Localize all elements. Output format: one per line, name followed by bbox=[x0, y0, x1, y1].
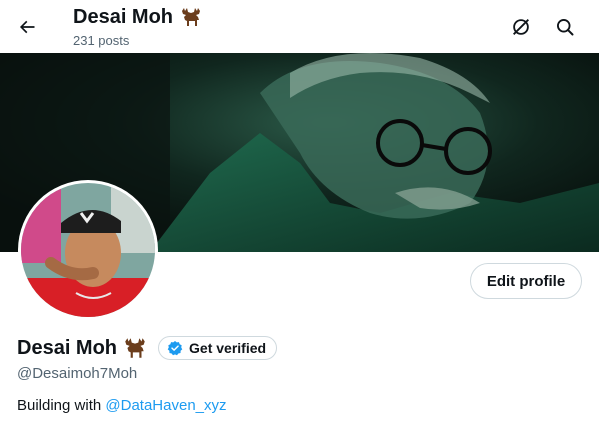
top-bar: Desai Moh 231 posts bbox=[0, 0, 599, 53]
search-icon bbox=[557, 19, 574, 36]
profile-name-row: Desai Moh Get verified bbox=[17, 336, 278, 360]
verified-badge-icon bbox=[167, 341, 183, 356]
search-button[interactable] bbox=[550, 12, 580, 42]
no-sign-button[interactable] bbox=[506, 12, 536, 42]
header-title-block: Desai Moh 231 posts bbox=[73, 5, 203, 48]
profile-name: Desai Moh bbox=[17, 337, 148, 360]
profile-handle: @Desaimoh7Moh bbox=[17, 365, 138, 382]
profile-display-name: Desai Moh bbox=[17, 336, 118, 359]
edit-profile-button[interactable]: Edit profile bbox=[470, 263, 582, 299]
avatar-frame[interactable] bbox=[18, 180, 158, 320]
arrow-left-icon bbox=[19, 20, 35, 34]
get-verified-label: Get verified bbox=[189, 340, 267, 356]
moose-icon bbox=[125, 338, 145, 358]
back-button[interactable] bbox=[12, 12, 42, 42]
posts-count: 231 posts bbox=[73, 33, 130, 48]
avatar bbox=[21, 183, 155, 317]
no-sign-icon bbox=[513, 19, 529, 35]
avatar-photo bbox=[21, 183, 155, 317]
get-verified-button[interactable]: Get verified bbox=[158, 336, 278, 360]
header-title: Desai Moh bbox=[73, 5, 203, 29]
bio-mention-link[interactable]: @DataHaven_xyz bbox=[105, 397, 226, 414]
bio-text: Building with bbox=[17, 397, 106, 414]
header-name: Desai Moh bbox=[73, 6, 174, 28]
profile-bio: Building with @DataHaven_xyz bbox=[17, 397, 227, 414]
moose-icon bbox=[182, 8, 201, 26]
